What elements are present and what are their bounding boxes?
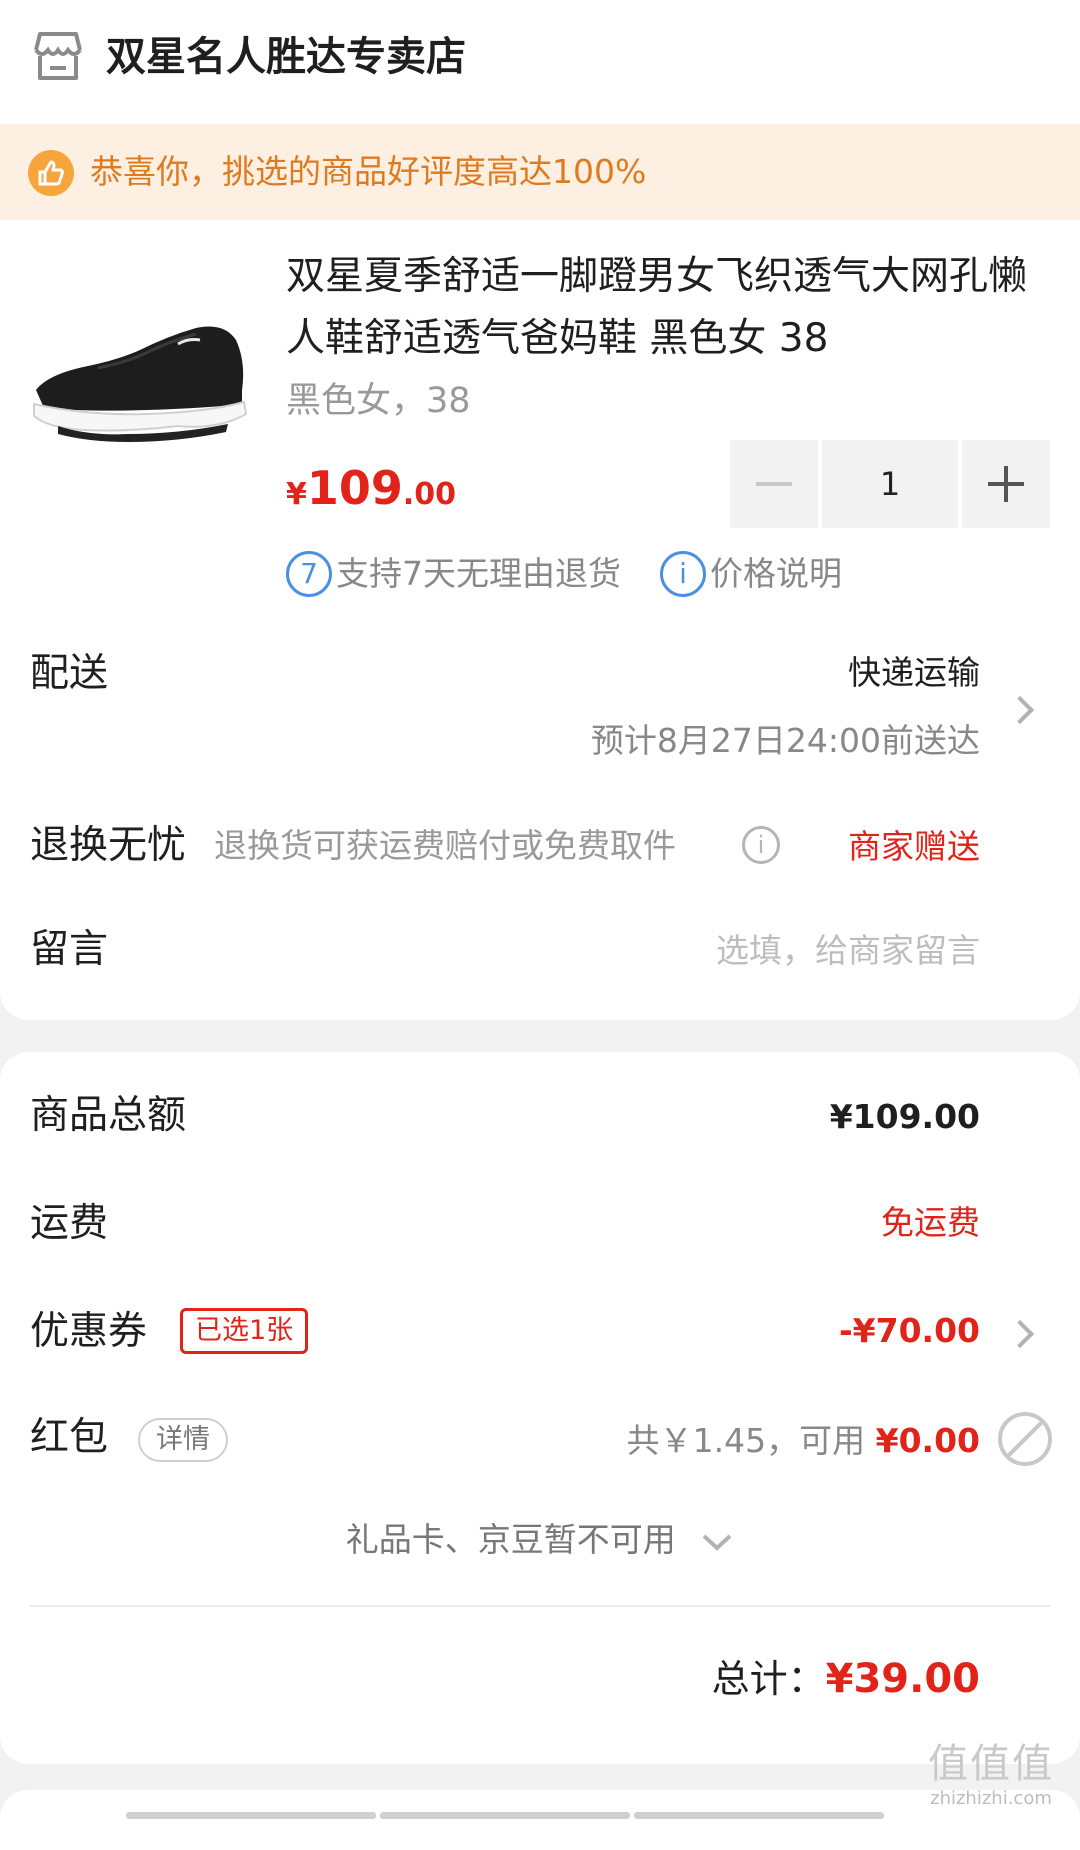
redpacket-value: ¥0.00 (875, 1421, 980, 1460)
product-price: ¥109.00 (286, 452, 456, 535)
gift-card-note: 礼品卡、京豆暂不可用 (345, 1520, 676, 1559)
delivery-method[interactable]: 快递运输 (848, 648, 980, 698)
coupon-selected-badge: 已选1张 (180, 1308, 309, 1354)
watermark-site: zhizhizhi.com (930, 1788, 1052, 1809)
redpacket-desc: 共￥1.45，可用 (626, 1421, 866, 1460)
message-label: 留言 (30, 927, 109, 972)
bottom-tab-stub (126, 1812, 376, 1819)
price-decimal: .00 (402, 477, 457, 512)
message-input[interactable]: 选填，给商家留言 (716, 926, 980, 976)
returns-value[interactable]: 商家赠送 (848, 822, 980, 872)
bottom-tab-stub (380, 1812, 630, 1819)
goods-total-label: 商品总额 (30, 1093, 187, 1138)
seven-day-return-icon: 7 (286, 551, 332, 597)
thumbs-up-icon (28, 150, 74, 196)
decrease-quantity-button[interactable] (730, 440, 818, 528)
total-label: 总计： (711, 1657, 826, 1701)
returns-label: 退换无忧 (30, 823, 187, 868)
redpacket-info: 共￥1.45，可用 ¥0.00 (627, 1416, 980, 1466)
praise-banner-text: 恭喜你，挑选的商品好评度高达100% (90, 152, 647, 191)
summary-divider (30, 1605, 1050, 1607)
price-integer: 109 (306, 461, 403, 515)
quantity-input[interactable]: 1 (822, 440, 958, 528)
returns-info-icon[interactable]: i (742, 826, 780, 864)
total-amount: ¥39.00 (825, 1656, 980, 1702)
gift-card-unavailable-toggle[interactable]: 礼品卡、京豆暂不可用 (0, 1514, 1080, 1566)
product-title[interactable]: 双星夏季舒适一脚蹬男女飞织透气大网孔懒人鞋舒适透气爸妈鞋 黑色女 38 (286, 246, 1056, 370)
price-info-label[interactable]: 价格说明 (710, 548, 842, 600)
product-spec: 黑色女，38 (286, 381, 471, 421)
price-info-icon: i (660, 551, 706, 597)
shipping-value: 免运费 (881, 1203, 980, 1242)
redpacket-label: 红包 (30, 1415, 109, 1460)
coupon-value[interactable]: -¥70.00 (839, 1306, 980, 1356)
delivery-label: 配送 (30, 651, 109, 696)
returns-description: 退换货可获运费赔付或免费取件 (214, 826, 676, 865)
order-total: 总计：¥39.00 (712, 1650, 980, 1708)
price-currency: ¥ (286, 477, 307, 512)
delivery-eta: 预计8月27日24:00前送达 (590, 721, 980, 760)
minus-icon (756, 482, 792, 486)
shipping-label: 运费 (30, 1201, 109, 1246)
disabled-circle-icon[interactable] (998, 1412, 1052, 1466)
chevron-down-icon (702, 1534, 732, 1551)
bottom-tab-stub (634, 1812, 884, 1819)
store-icon (34, 32, 82, 80)
coupon-label: 优惠券 (30, 1309, 148, 1354)
quantity-stepper: 1 (730, 440, 1050, 528)
watermark-logo: 值值值 (928, 1741, 1054, 1787)
store-name[interactable]: 双星名人胜达专卖店 (106, 30, 466, 84)
goods-total-value: ¥109.00 (829, 1097, 980, 1136)
redpacket-details-badge[interactable]: 详情 (138, 1418, 228, 1462)
site-watermark: 值值值 zhizhizhi.com (916, 1740, 1066, 1810)
product-thumbnail[interactable] (28, 258, 256, 486)
seven-day-return-label[interactable]: 支持7天无理由退货 (336, 548, 621, 600)
increase-quantity-button[interactable] (962, 440, 1050, 528)
